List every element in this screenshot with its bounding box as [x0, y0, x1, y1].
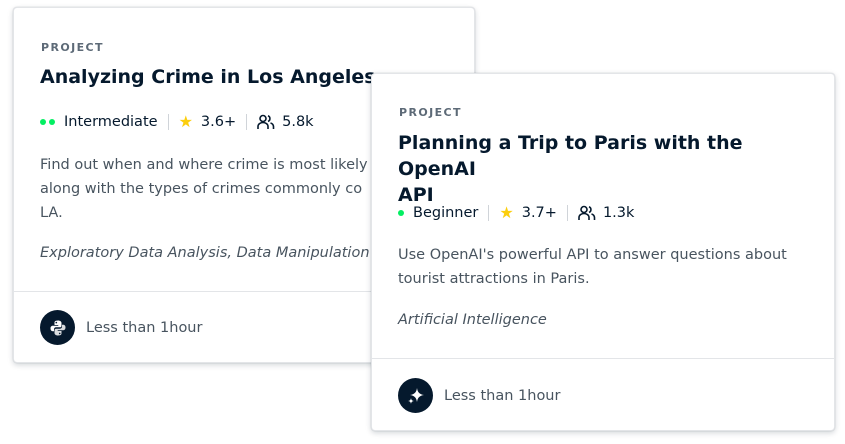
- learners-icon: [578, 205, 596, 220]
- python-icon: [40, 310, 75, 345]
- card-meta-row: Intermediate ★ 3.6+ 5.8k: [40, 112, 314, 132]
- duration-label: Less than 1hour: [86, 319, 203, 336]
- card-kind-label: PROJECT: [41, 41, 104, 54]
- card-footer: Less than 1hour: [40, 310, 202, 345]
- card-kind-label: PROJECT: [399, 106, 462, 119]
- card-tags: Artificial Intelligence: [398, 312, 547, 328]
- learners-count: 1.3k: [602, 205, 635, 221]
- sparkle-ai-icon: [398, 378, 433, 413]
- project-card-paris-openai[interactable]: PROJECT Planning a Trip to Paris with th…: [371, 73, 835, 431]
- description-line: Find out when and where crime is most li…: [40, 157, 368, 173]
- learners-icon: [257, 114, 275, 129]
- level-indicator-icon: [398, 210, 404, 216]
- star-icon: ★: [499, 203, 514, 222]
- description-line: LA.: [40, 205, 63, 221]
- card-title[interactable]: Planning a Trip to Paris with the OpenAI…: [398, 130, 808, 208]
- card-meta-row: Beginner ★ 3.7+ 1.3k: [398, 203, 634, 223]
- card-tags: Exploratory Data Analysis, Data Manipula…: [40, 245, 370, 261]
- card-description: Use OpenAI's powerful API to answer ques…: [398, 243, 787, 291]
- card-description: Find out when and where crime is most li…: [40, 153, 368, 225]
- description-line: Use OpenAI's powerful API to answer ques…: [398, 247, 787, 263]
- duration-label: Less than 1hour: [444, 387, 561, 404]
- card-divider: [372, 358, 834, 359]
- level-label: Intermediate: [64, 114, 158, 130]
- rating-value: 3.7+: [521, 205, 557, 221]
- star-icon: ★: [178, 112, 193, 131]
- level-label: Beginner: [413, 205, 479, 221]
- level-indicator-icon: [40, 119, 55, 125]
- description-line: along with the types of crimes commonly …: [40, 181, 363, 197]
- rating-value: 3.6+: [200, 114, 237, 130]
- card-footer: Less than 1hour: [398, 378, 560, 413]
- description-line: tourist attractions in Paris.: [398, 271, 590, 287]
- learners-count: 5.8k: [282, 114, 314, 130]
- title-line: Planning a Trip to Paris with the OpenAI: [398, 132, 743, 180]
